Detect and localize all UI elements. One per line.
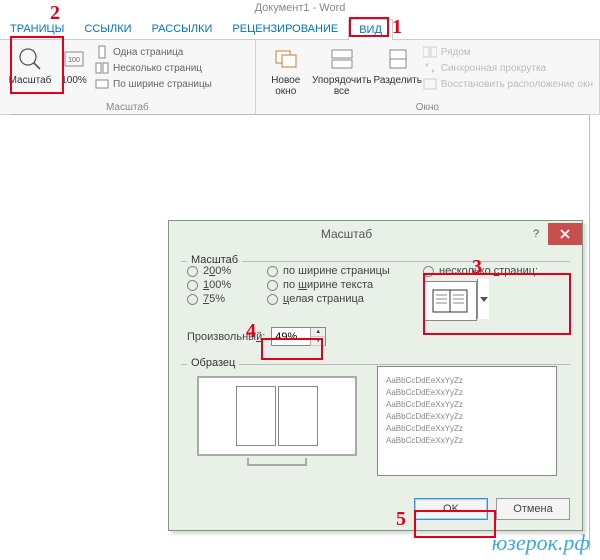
one-page-label: Одна страница: [113, 47, 183, 58]
radio-page-width[interactable]: по ширине страницы: [267, 265, 417, 277]
radio-text-width[interactable]: по ширине текста: [267, 279, 417, 291]
page-width-label: По ширине страницы: [113, 79, 212, 90]
side-by-side-label: Рядом: [441, 47, 471, 58]
svg-text:100: 100: [68, 57, 80, 64]
multi-pages-icon: [94, 61, 110, 75]
window-group: Новое окно Упорядочить все Разделить Ряд…: [256, 40, 600, 114]
zoom-fieldset: Масштаб 200% 100% 75% по ширине страницы…: [181, 255, 570, 352]
sample-legend: Образец: [187, 357, 239, 369]
radio-75[interactable]: 75%: [187, 293, 267, 305]
spinner-down-button[interactable]: ▼: [311, 337, 325, 346]
sample-fieldset: Образец AaBbCcDdEeXxYyZz AaBbCcDdEeXxYyZ…: [181, 358, 570, 482]
sync-scroll-icon: [422, 61, 438, 75]
custom-zoom-spinner[interactable]: ▲ ▼: [271, 327, 326, 346]
zoom-legend: Масштаб: [187, 254, 242, 266]
arrange-all-label: Упорядочить все: [310, 75, 374, 97]
text-preview: AaBbCcDdEeXxYyZz AaBbCcDdEeXxYyZz AaBbCc…: [377, 366, 557, 476]
new-window-label: Новое окно: [262, 75, 310, 97]
side-by-side-button: Рядом: [422, 45, 593, 59]
tab-links[interactable]: ССЫЛКИ: [74, 19, 141, 39]
arrange-icon: [328, 45, 356, 73]
radio-whole-page[interactable]: целая страница: [267, 293, 417, 305]
sync-scroll-label: Синхронная прокрутка: [441, 63, 546, 74]
zoom-group-label: Масштаб: [0, 102, 255, 113]
dialog-help-button[interactable]: ?: [524, 228, 548, 240]
split-icon: [384, 45, 412, 73]
tab-mailings[interactable]: РАССЫЛКИ: [142, 19, 223, 39]
multi-pages-label: Несколько страниц: [113, 63, 202, 74]
tab-pages[interactable]: ТРАНИЦЫ: [0, 19, 74, 39]
app-title: Документ1 - Word: [0, 0, 600, 16]
dialog-titlebar: Масштаб ?: [169, 221, 582, 247]
pages-dropdown-button[interactable]: [477, 279, 489, 319]
hundred-icon: 100: [60, 45, 88, 73]
page-width-icon: [94, 77, 110, 91]
one-page-icon: [94, 45, 110, 59]
split-label: Разделить: [374, 75, 422, 86]
dialog-title: Масштаб: [169, 227, 524, 241]
monitor-preview: [187, 366, 367, 476]
tab-view[interactable]: ВИД: [348, 19, 393, 40]
window-group-label: Окно: [256, 102, 599, 113]
magnifier-icon: [16, 45, 44, 73]
chevron-down-icon: [480, 297, 488, 302]
spinner-up-button[interactable]: ▲: [311, 328, 325, 337]
zoom-dialog: Масштаб ? Масштаб 200% 100% 75% по ширин…: [168, 220, 583, 531]
radio-100[interactable]: 100%: [187, 279, 267, 291]
ribbon-tabs: ТРАНИЦЫ ССЫЛКИ РАССЫЛКИ РЕЦЕНЗИРОВАНИЕ В…: [0, 16, 600, 40]
tab-review[interactable]: РЕЦЕНЗИРОВАНИЕ: [222, 19, 348, 39]
zoom-button-label: Масштаб: [9, 75, 52, 86]
book-icon: [432, 289, 468, 313]
ribbon-content: Масштаб 100 100% Одна страница Несколько…: [0, 40, 600, 115]
radio-many-pages[interactable]: несколько страниц:: [423, 265, 564, 277]
close-icon: [559, 228, 571, 240]
zoom-group: Масштаб 100 100% Одна страница Несколько…: [0, 40, 256, 114]
new-window-icon: [272, 45, 300, 73]
custom-zoom-label: Произвольный:: [187, 331, 265, 343]
reset-pos-icon: [422, 77, 438, 91]
reset-pos-label: Восстановить расположение окн: [441, 79, 593, 90]
one-page-button[interactable]: Одна страница: [94, 45, 212, 59]
pages-preview-button[interactable]: [423, 281, 477, 321]
reset-position-button: Восстановить расположение окн: [422, 77, 593, 91]
sync-scroll-button: Синхронная прокрутка: [422, 61, 593, 75]
multi-pages-button[interactable]: Несколько страниц: [94, 61, 212, 75]
radio-200[interactable]: 200%: [187, 265, 267, 277]
side-by-side-icon: [422, 45, 438, 59]
ok-button[interactable]: OK: [414, 498, 488, 520]
hundred-label: 100%: [61, 75, 87, 86]
dialog-close-button[interactable]: [548, 223, 582, 245]
custom-zoom-input[interactable]: [272, 331, 310, 343]
cancel-button[interactable]: Отмена: [496, 498, 570, 520]
page-width-button[interactable]: По ширине страницы: [94, 77, 212, 91]
